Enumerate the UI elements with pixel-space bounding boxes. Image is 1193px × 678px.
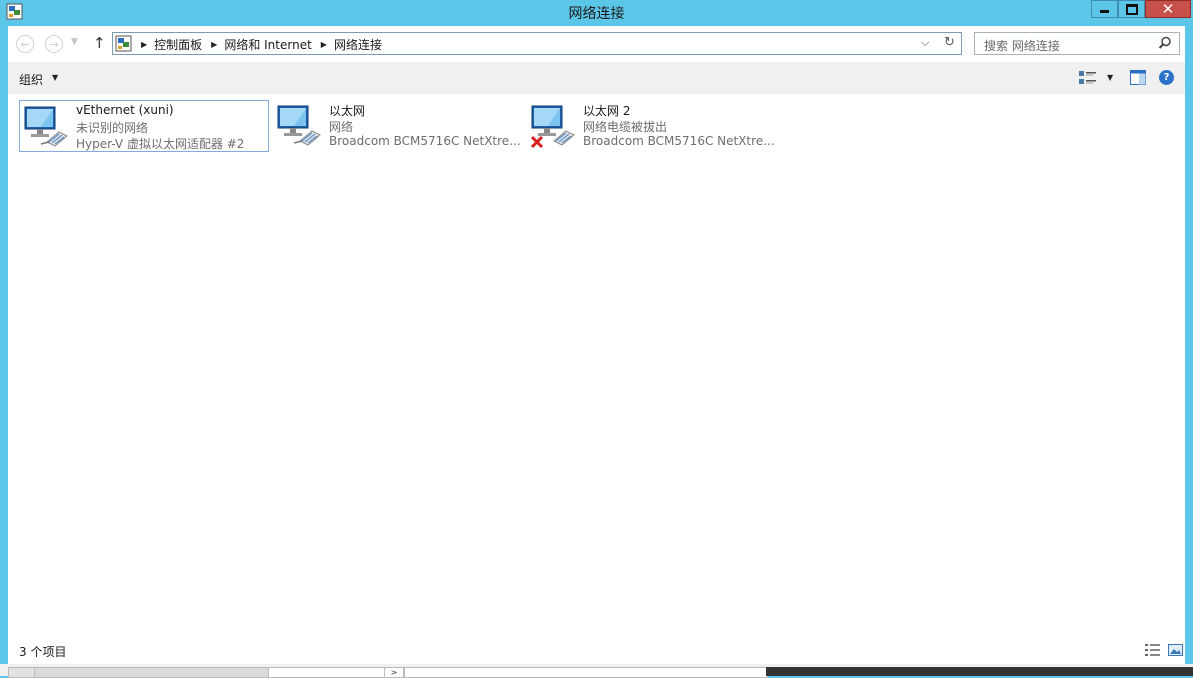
arrow-left-icon: ← [20,37,30,51]
control-panel-icon [115,35,132,52]
chevron-right-icon[interactable]: ▶ [321,40,327,49]
back-button[interactable]: ← [16,35,34,53]
list-item[interactable]: vEthernet (xuni) 未识别的网络 Hyper-V 虚拟以太网适配器… [19,100,269,152]
connection-name: 以太网 [329,104,366,118]
background-scrollbar-thumb [34,667,270,678]
minimize-button[interactable] [1091,0,1118,18]
minimize-icon [1100,10,1109,13]
connection-name: vEthernet (xuni) [76,103,174,117]
command-bar: 组织 ▼ ▼ ? [8,62,1185,94]
background-panel [404,667,768,678]
connection-status: 网络电缆被拔出 [583,120,668,134]
close-icon: ✕ [1161,0,1175,18]
list-item[interactable]: 以太网 网络 Broadcom BCM5716C NetXtre... [273,100,523,152]
explorer-window: 网络连接 ✕ ← → ▼ ↑ ▶ 控制面板 ▶ 网络和 Internet ▶ 网… [0,0,1193,664]
maximize-button[interactable] [1118,0,1145,18]
navigation-bar: ← → ▼ ↑ ▶ 控制面板 ▶ 网络和 Internet ▶ 网络连接 ⌵ ↻… [8,26,1185,62]
background-window-strip: > [0,664,1193,678]
preview-pane-icon[interactable] [1130,70,1146,85]
network-adapter-icon [24,106,68,147]
view-options-dropdown[interactable]: ▼ [1107,73,1113,82]
connections-list: vEthernet (xuni) 未识别的网络 Hyper-V 虚拟以太网适配器… [8,94,1185,634]
background-scrollbar-left [8,667,36,678]
breadcrumb-control-panel[interactable]: 控制面板 [154,36,202,53]
title-bar[interactable]: 网络连接 ✕ [0,0,1193,24]
background-scrollbar-track [268,667,386,678]
connection-device: Broadcom BCM5716C NetXtre... [329,134,521,148]
search-input[interactable]: 搜索 网络连接 [974,32,1180,55]
connection-status: 网络 [329,120,354,134]
list-item[interactable]: 以太网 2 网络电缆被拔出 Broadcom BCM5716C NetXtre.… [527,100,777,152]
connection-device: Hyper-V 虚拟以太网适配器 #2 [76,137,245,151]
maximize-icon [1125,3,1138,15]
recent-locations-button[interactable]: ▼ [71,37,78,47]
breadcrumb-network-internet[interactable]: 网络和 Internet [224,36,311,53]
chevron-down-icon[interactable]: ⌵ [921,36,929,50]
connection-name: 以太网 2 [583,104,631,118]
chevron-right-icon[interactable]: ▶ [141,40,147,49]
chevron-right-icon[interactable]: ▶ [211,40,217,49]
connection-device: Broadcom BCM5716C NetXtre... [583,134,775,148]
breadcrumb-network-connections[interactable]: 网络连接 [334,36,382,53]
arrow-right-icon: → [49,37,59,51]
address-bar[interactable]: ▶ 控制面板 ▶ 网络和 Internet ▶ 网络连接 ⌵ ↻ [112,32,962,55]
window-title: 网络连接 [568,6,625,22]
background-dark-panel [766,667,1193,676]
breadcrumb: ▶ 控制面板 ▶ 网络和 Internet ▶ 网络连接 [139,36,382,53]
chevron-down-icon[interactable]: ▼ [52,73,58,82]
change-view-icon[interactable] [1079,71,1097,85]
details-view-icon[interactable] [1145,644,1160,656]
up-button[interactable]: ↑ [93,34,106,52]
forward-button[interactable]: → [45,35,63,53]
search-icon[interactable] [1158,36,1172,50]
chevron-right-icon: > [384,667,404,678]
network-adapter-disconnected-icon [530,105,575,149]
refresh-icon[interactable]: ↻ [944,35,955,50]
connection-status: 未识别的网络 [76,121,149,135]
status-bar: 3 个项目 [8,636,1185,664]
large-icons-view-icon[interactable] [1168,644,1183,656]
network-adapter-icon [277,105,321,146]
item-count: 3 个项目 [19,645,67,659]
content-area: ← → ▼ ↑ ▶ 控制面板 ▶ 网络和 Internet ▶ 网络连接 ⌵ ↻… [8,26,1185,664]
search-placeholder: 搜索 网络连接 [984,39,1060,53]
help-icon[interactable]: ? [1159,70,1174,85]
organize-menu[interactable]: 组织 [19,71,43,88]
close-button[interactable]: ✕ [1145,0,1191,18]
